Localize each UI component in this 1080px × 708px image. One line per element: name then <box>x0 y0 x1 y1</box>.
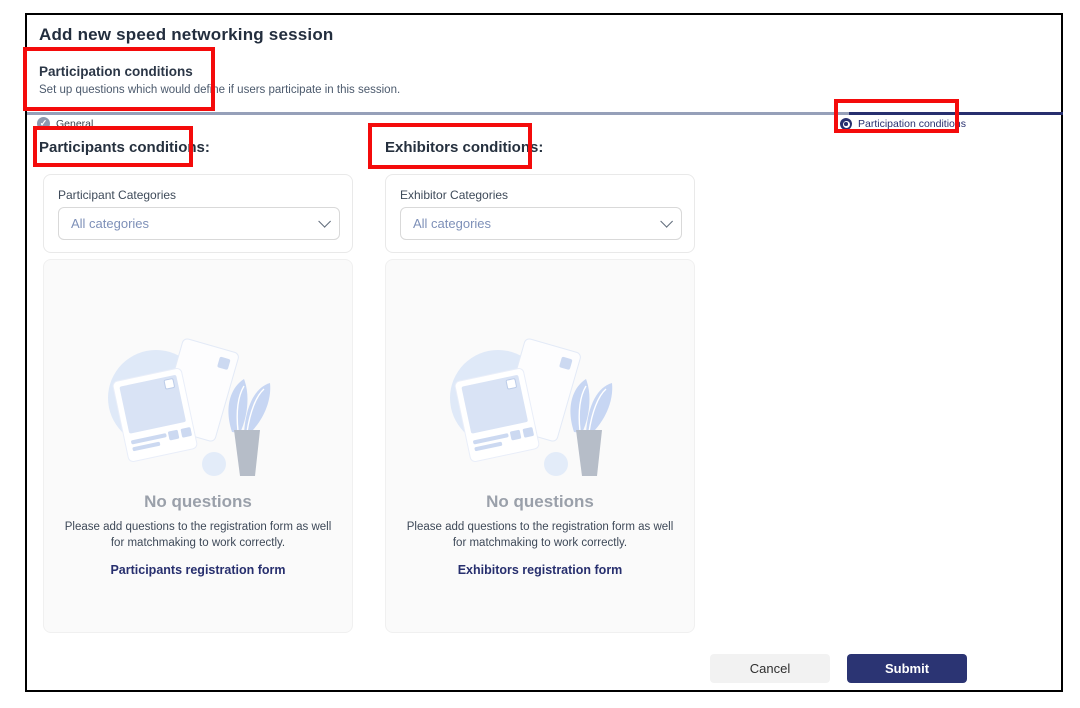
annotation-box-exhibitors-heading <box>368 123 532 169</box>
page-title: Add new speed networking session <box>39 25 334 45</box>
annotation-box-participation-step <box>834 99 959 133</box>
exhibitor-categories-select[interactable]: All categories <box>400 207 682 240</box>
exhibitor-categories-label: Exhibitor Categories <box>400 188 508 202</box>
select-value: All categories <box>413 216 660 231</box>
participants-empty-state-card: No questions Please add questions to the… <box>43 259 353 633</box>
participant-categories-select[interactable]: All categories <box>58 207 340 240</box>
exhibitor-categories-card: Exhibitor Categories All categories <box>385 174 695 253</box>
exhibitors-registration-form-link[interactable]: Exhibitors registration form <box>458 563 623 577</box>
empty-state-message: Please add questions to the registration… <box>62 519 334 551</box>
annotation-box-participants-heading <box>33 126 193 167</box>
submit-button[interactable]: Submit <box>847 654 967 683</box>
cancel-button[interactable]: Cancel <box>710 654 830 683</box>
select-value: All categories <box>71 216 318 231</box>
exhibitors-empty-state-card: No questions Please add questions to the… <box>385 259 695 633</box>
chevron-down-icon <box>660 215 673 228</box>
no-questions-illustration <box>98 336 298 484</box>
annotation-box-section-title <box>23 47 215 111</box>
participants-registration-form-link[interactable]: Participants registration form <box>110 563 285 577</box>
stepper-line-completed <box>27 112 849 115</box>
participant-categories-label: Participant Categories <box>58 188 176 202</box>
participant-categories-card: Participant Categories All categories <box>43 174 353 253</box>
empty-state-title: No questions <box>486 492 594 512</box>
empty-state-message: Please add questions to the registration… <box>404 519 676 551</box>
chevron-down-icon <box>318 215 331 228</box>
empty-state-title: No questions <box>144 492 252 512</box>
no-questions-illustration <box>440 336 640 484</box>
